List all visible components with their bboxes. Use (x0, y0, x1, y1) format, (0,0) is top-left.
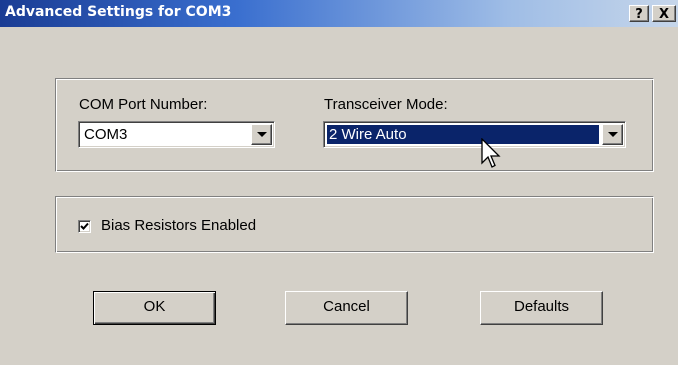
chevron-down-icon[interactable] (602, 124, 623, 145)
bias-resistors-label: Bias Resistors Enabled (101, 217, 257, 234)
com-port-label: COM Port Number: (79, 96, 208, 113)
com-port-select[interactable]: COM3 (78, 121, 275, 148)
close-button[interactable]: X (652, 5, 676, 22)
window-title: Advanced Settings for COM3 (5, 4, 232, 20)
check-icon (80, 222, 89, 230)
transceiver-mode-select[interactable]: 2 Wire Auto (323, 121, 626, 148)
transceiver-mode-label: Transceiver Mode: (324, 96, 448, 113)
mouse-pointer-icon (481, 138, 501, 168)
help-button[interactable]: ? (629, 5, 649, 22)
title-bar[interactable]: Advanced Settings for COM3 ? X (0, 0, 678, 27)
chevron-down-icon[interactable] (251, 124, 272, 145)
com-port-value: COM3 (84, 126, 128, 143)
defaults-button[interactable]: Defaults (480, 291, 603, 325)
bias-resistors-checkbox[interactable] (78, 220, 91, 233)
ok-button[interactable]: OK (93, 291, 216, 325)
transceiver-mode-value: 2 Wire Auto (327, 125, 599, 144)
dialog-window: Advanced Settings for COM3 ? X COM Port … (0, 0, 678, 365)
cancel-button[interactable]: Cancel (285, 291, 408, 325)
